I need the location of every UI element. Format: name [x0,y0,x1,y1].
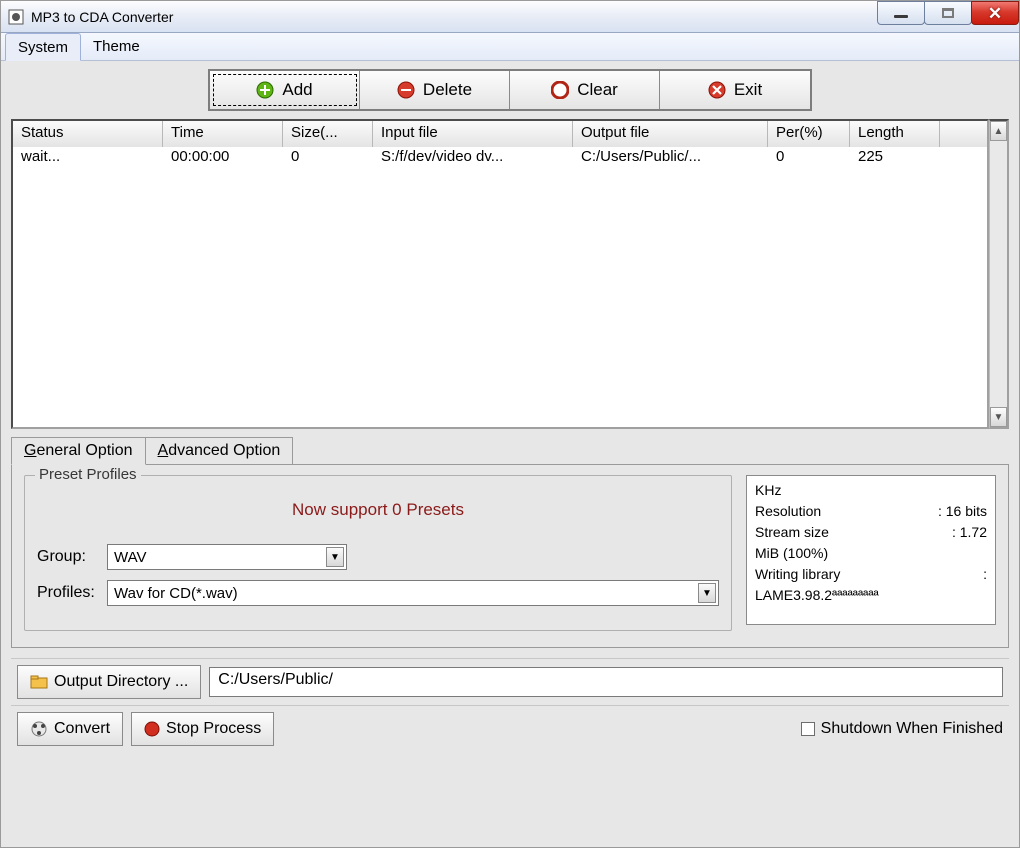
delete-button[interactable]: Delete [360,71,510,109]
col-time[interactable]: Time [163,121,283,147]
maximize-button[interactable] [924,1,972,25]
toolbar: Add Delete Clear Exit [11,69,1009,111]
menubar: System Theme [1,33,1019,61]
cell-length: 225 [850,147,940,169]
minus-icon [397,81,415,99]
cell-status: wait... [13,147,163,169]
cell-output: C:/Users/Public/... [573,147,768,169]
toolbar-group: Add Delete Clear Exit [208,69,812,111]
app-window: MP3 to CDA Converter ✕ System Theme Add … [0,0,1020,848]
info-k4: Writing library [755,564,983,585]
tab-general-label: eneral Option [36,442,132,459]
exit-icon [708,81,726,99]
info-k2: Stream size [755,522,952,543]
clear-button[interactable]: Clear [510,71,660,109]
info-v4: : [983,564,987,585]
add-button[interactable]: Add [210,71,360,109]
info-k5: LAME3.98.2ªªªªªªªªª [755,585,987,606]
preset-legend: Preset Profiles [35,466,141,483]
group-label: Group: [37,548,107,566]
grid-header: Status Time Size(... Input file Output f… [13,121,987,147]
convert-label: Convert [54,720,110,738]
tab-general[interactable]: General Option [11,437,146,465]
info-k0: KHz [755,480,987,501]
exit-label: Exit [734,80,762,100]
content-area: Add Delete Clear Exit Sta [1,61,1019,847]
add-label: Add [282,80,312,100]
output-path-field[interactable]: C:/Users/Public/ [209,667,1003,697]
action-row: Convert Stop Process Shutdown When Finis… [11,705,1009,752]
convert-button[interactable]: Convert [17,712,123,746]
minimize-button[interactable] [877,1,925,25]
tab-advanced-label: dvanced Option [168,442,280,459]
stop-button[interactable]: Stop Process [131,712,274,746]
group-combo[interactable]: WAV ▼ [107,544,347,570]
col-input[interactable]: Input file [373,121,573,147]
maximize-icon [942,8,954,18]
tab-panel-general: Preset Profiles Now support 0 Presets Gr… [11,464,1009,648]
output-row: Output Directory ... C:/Users/Public/ [11,658,1009,705]
close-icon: ✕ [988,5,1002,22]
col-size[interactable]: Size(... [283,121,373,147]
col-status[interactable]: Status [13,121,163,147]
menu-theme[interactable]: Theme [81,33,152,60]
exit-button[interactable]: Exit [660,71,810,109]
file-grid[interactable]: Status Time Size(... Input file Output f… [11,119,989,429]
stop-label: Stop Process [166,720,261,738]
scroll-down-icon[interactable]: ▼ [990,407,1007,427]
shutdown-label: Shutdown When Finished [821,720,1003,738]
minimize-icon [894,15,908,18]
info-k1: Resolution [755,501,938,522]
plus-icon [256,81,274,99]
output-directory-button[interactable]: Output Directory ... [17,665,201,699]
media-info-box: KHz Resolution: 16 bits Stream size: 1.7… [746,475,996,625]
grid-scrollbar[interactable]: ▲ ▼ [989,119,1009,429]
shutdown-checkbox[interactable]: Shutdown When Finished [801,720,1003,738]
output-dir-label: Output Directory ... [54,673,188,691]
menu-system[interactable]: System [5,33,81,61]
col-output[interactable]: Output file [573,121,768,147]
delete-label: Delete [423,80,472,100]
group-value: WAV [114,549,147,566]
app-icon [7,8,25,26]
col-length[interactable]: Length [850,121,940,147]
cell-input: S:/f/dev/video dv... [373,147,573,169]
cell-time: 00:00:00 [163,147,283,169]
folder-icon [30,674,48,690]
profiles-combo[interactable]: Wav for CD(*.wav) ▼ [107,580,719,606]
cell-per: 0 [768,147,850,169]
col-per[interactable]: Per(%) [768,121,850,147]
grid-body: wait... 00:00:00 0 S:/f/dev/video dv... … [13,147,987,427]
grid-container: Status Time Size(... Input file Output f… [11,119,1009,429]
clear-icon [551,81,569,99]
options-tabs: General Option Advanced Option [11,437,1009,464]
checkbox-icon [801,722,815,736]
convert-icon [30,720,48,738]
preset-profiles-group: Preset Profiles Now support 0 Presets Gr… [24,475,732,631]
clear-label: Clear [577,80,618,100]
profiles-value: Wav for CD(*.wav) [114,585,238,602]
info-v2: : 1.72 [952,522,987,543]
chevron-down-icon: ▼ [698,583,716,603]
info-k3: MiB (100%) [755,543,987,564]
profiles-label: Profiles: [37,584,107,602]
preset-message: Now support 0 Presets [37,500,719,520]
table-row[interactable]: wait... 00:00:00 0 S:/f/dev/video dv... … [13,147,987,169]
titlebar: MP3 to CDA Converter ✕ [1,1,1019,33]
close-button[interactable]: ✕ [971,1,1019,25]
tab-advanced[interactable]: Advanced Option [145,437,294,464]
window-title: MP3 to CDA Converter [31,9,173,25]
chevron-down-icon: ▼ [326,547,344,567]
window-controls: ✕ [878,1,1019,25]
scroll-up-icon[interactable]: ▲ [990,121,1007,141]
cell-size: 0 [283,147,373,169]
info-v1: : 16 bits [938,501,987,522]
stop-icon [144,721,160,737]
